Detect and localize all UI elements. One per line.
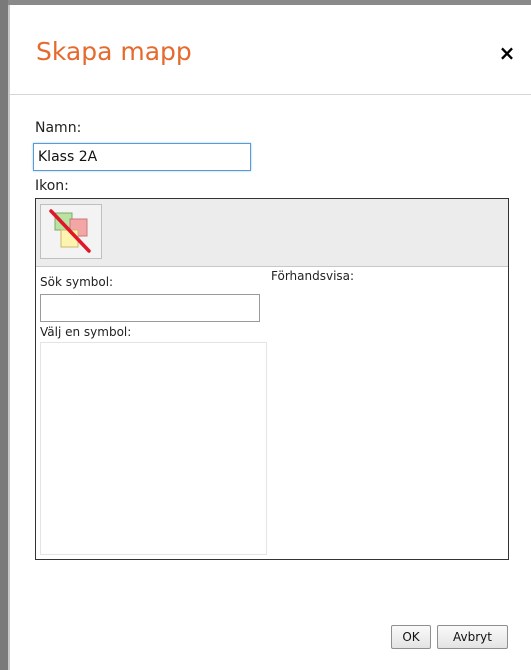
no-icon-folder-icon: [49, 209, 91, 253]
window-left-edge: [0, 0, 8, 670]
icon-label: Ikon:: [35, 178, 69, 194]
search-symbol-input[interactable]: [40, 294, 260, 322]
name-label: Namn:: [35, 120, 82, 136]
preview-label: Förhandsvisa:: [271, 269, 355, 283]
search-symbol-label: Sök symbol:: [40, 275, 114, 289]
icon-picker-panel: Sök symbol: Förhandsvisa: Välj en symbol…: [35, 198, 509, 560]
no-icon-button[interactable]: [40, 204, 102, 259]
create-folder-dialog: Skapa mapp × Namn: Ikon: Sök symbol: För…: [10, 5, 531, 670]
choose-symbol-label: Välj en symbol:: [40, 325, 132, 339]
cancel-button[interactable]: Avbryt: [437, 625, 508, 649]
close-icon[interactable]: ×: [497, 43, 517, 63]
name-input[interactable]: [33, 143, 251, 171]
ok-button[interactable]: OK: [391, 625, 431, 649]
dialog-header: Skapa mapp ×: [10, 5, 531, 95]
dialog-title: Skapa mapp: [36, 37, 192, 66]
icon-toolbar: [36, 199, 508, 267]
symbol-list[interactable]: [40, 342, 267, 555]
